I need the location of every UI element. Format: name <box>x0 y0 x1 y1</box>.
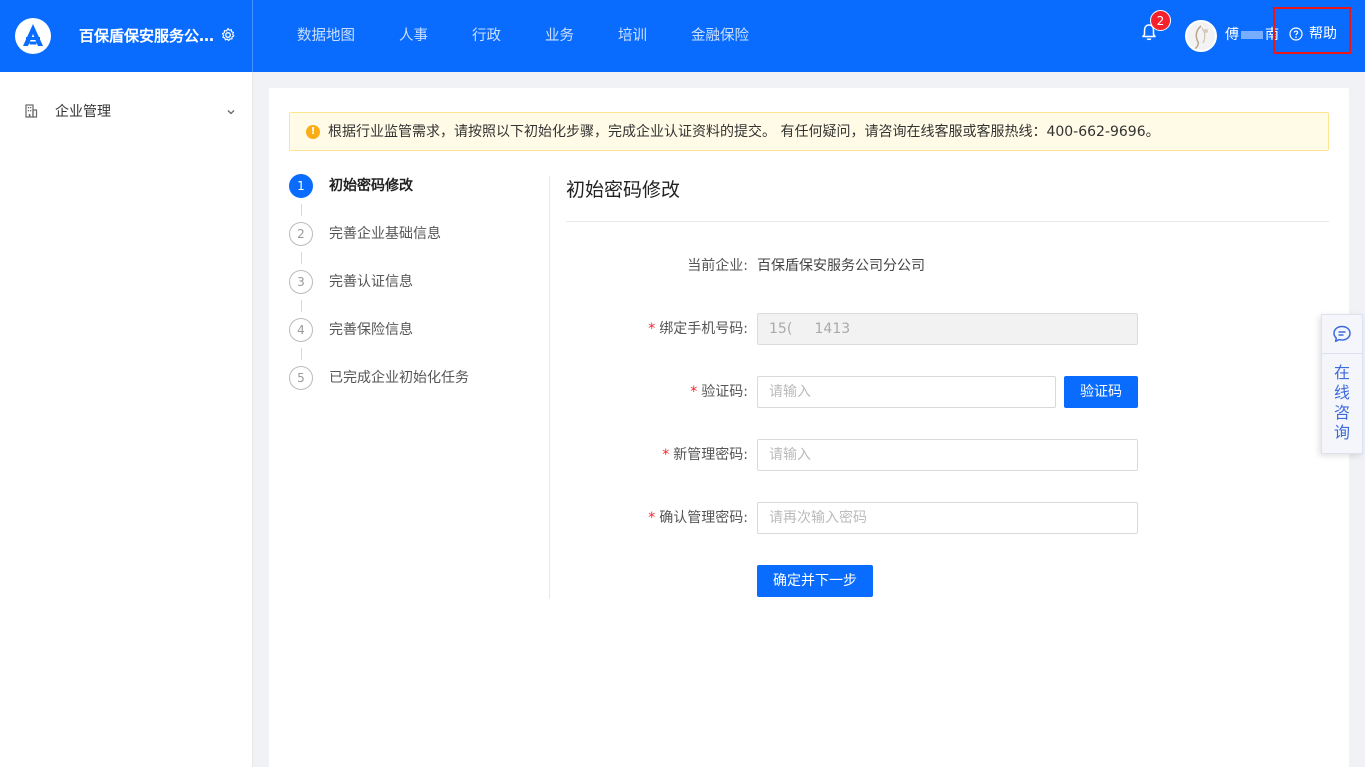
online-consult-char: 询 <box>1333 423 1350 442</box>
company-label: 当前企业: <box>687 258 748 274</box>
logo-icon[interactable] <box>15 18 51 54</box>
online-consult-label: 在线咨询 <box>1322 363 1362 443</box>
step-number: 5 <box>289 366 313 390</box>
step-item-4[interactable]: 4 完善保险信息 <box>289 318 529 366</box>
steps-divider <box>549 176 550 599</box>
form-title-divider <box>566 221 1329 222</box>
online-consult-button[interactable]: 在线咨询 <box>1321 314 1363 454</box>
step-label: 已完成企业初始化任务 <box>329 370 469 386</box>
float-divider <box>1322 353 1362 354</box>
notification-badge: 2 <box>1150 10 1171 31</box>
top-nav: 数据地图 人事 行政 业务 培训 金融保险 <box>297 0 793 72</box>
main-card: ! 根据行业监管需求，请按照以下初始化步骤，完成企业认证资料的提交。 有任何疑问… <box>269 88 1349 767</box>
brand-area: 百保盾保安服务公司... <box>0 0 253 72</box>
nav-item-training[interactable]: 培训 <box>618 0 647 72</box>
step-connector <box>301 300 302 312</box>
step-connector <box>301 204 302 216</box>
step-item-3[interactable]: 3 完善认证信息 <box>289 270 529 318</box>
submit-next-button[interactable]: 确定并下一步 <box>757 565 873 597</box>
help-button[interactable]: 帮助 <box>1273 7 1351 54</box>
nav-item-hr[interactable]: 人事 <box>399 0 428 72</box>
step-item-2[interactable]: 2 完善企业基础信息 <box>289 222 529 270</box>
step-label: 完善保险信息 <box>329 322 413 338</box>
user-name-first: 傅 <box>1225 27 1239 43</box>
step-label: 完善企业基础信息 <box>329 226 441 242</box>
step-number: 1 <box>289 174 313 198</box>
sidebar: 企业管理 <box>0 72 253 767</box>
form-title: 初始密码修改 <box>566 179 681 201</box>
code-label: * 验证码: <box>690 384 748 400</box>
nav-item-data-map[interactable]: 数据地图 <box>297 0 355 72</box>
phone-field <box>757 313 1138 345</box>
user-name[interactable]: 傅南 <box>1225 26 1279 44</box>
step-number: 4 <box>289 318 313 342</box>
nav-item-admin[interactable]: 行政 <box>472 0 501 72</box>
alert-text: 根据行业监管需求，请按照以下初始化步骤，完成企业认证资料的提交。 有任何疑问，请… <box>328 124 1160 140</box>
get-code-button[interactable]: 验证码 <box>1064 376 1138 408</box>
step-connector <box>301 252 302 264</box>
step-label: 初始密码修改 <box>329 178 413 194</box>
online-consult-char: 线 <box>1333 383 1350 402</box>
help-circle-icon <box>1289 27 1303 41</box>
nav-item-finance-insurance[interactable]: 金融保险 <box>691 0 749 72</box>
company-value: 百保盾保安服务公司分公司 <box>757 258 925 274</box>
warning-icon: ! <box>306 125 320 139</box>
sidebar-item-enterprise-management[interactable]: 企业管理 <box>0 96 253 128</box>
step-number: 2 <box>289 222 313 246</box>
sidebar-item-label: 企业管理 <box>55 104 111 120</box>
step-connector <box>301 348 302 360</box>
step-number: 3 <box>289 270 313 294</box>
building-icon <box>25 104 38 118</box>
confirm-password-input[interactable] <box>757 502 1138 534</box>
online-consult-char: 咨 <box>1333 403 1350 422</box>
gear-icon[interactable] <box>220 27 236 43</box>
online-consult-char: 在 <box>1333 363 1350 382</box>
new-password-label: * 新管理密码: <box>662 447 748 463</box>
company-name[interactable]: 百保盾保安服务公司... <box>79 26 221 46</box>
name-mask <box>1241 31 1263 39</box>
chat-bubble-icon <box>1333 325 1351 343</box>
nav-item-business[interactable]: 业务 <box>545 0 574 72</box>
info-alert: ! 根据行业监管需求，请按照以下初始化步骤，完成企业认证资料的提交。 有任何疑问… <box>289 112 1329 151</box>
step-item-5[interactable]: 5 已完成企业初始化任务 <box>289 366 529 414</box>
new-password-input[interactable] <box>757 439 1138 471</box>
confirm-password-label: * 确认管理密码: <box>648 510 748 526</box>
help-label: 帮助 <box>1309 26 1337 42</box>
top-header: 百保盾保安服务公司... 数据地图 人事 行政 业务 培训 金融保险 2 傅南 <box>0 0 1365 72</box>
phone-label: * 绑定手机号码: <box>648 321 748 337</box>
avatar[interactable] <box>1185 20 1217 52</box>
step-label: 完善认证信息 <box>329 274 413 290</box>
steps-list: 1 初始密码修改 2 完善企业基础信息 3 完善认证信息 4 完善保险信息 5 … <box>289 174 529 414</box>
step-item-1[interactable]: 1 初始密码修改 <box>289 174 529 222</box>
verification-code-input[interactable] <box>757 376 1056 408</box>
chevron-down-icon <box>227 110 235 115</box>
